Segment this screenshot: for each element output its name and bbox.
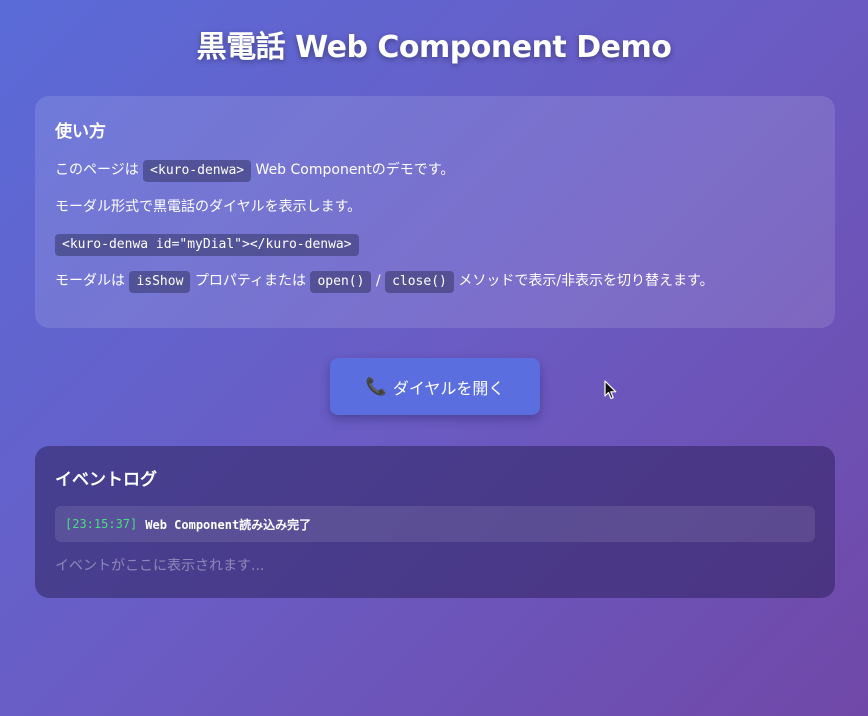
usage-api-separator: /	[371, 273, 386, 289]
usage-api-text-middle: プロパティまたは	[190, 273, 311, 289]
phone-icon: 📞	[365, 376, 387, 397]
usage-intro-text-after: Web Componentのデモです。	[251, 162, 455, 178]
open-method-code: open()	[310, 271, 372, 293]
usage-api-text-after: メソッドで表示/非表示を切り替えます。	[453, 273, 714, 289]
event-log-placeholder: イベントがここに表示されます...	[55, 558, 265, 574]
open-dial-button[interactable]: 📞 ダイヤルを開く	[330, 358, 540, 415]
log-entry: [23:15:37] Web Component読み込み完了	[55, 506, 815, 542]
usage-intro-text-before: このページは	[55, 162, 144, 178]
log-entry-message: Web Component読み込み完了	[145, 517, 312, 532]
event-log-card: イベントログ [23:15:37] Web Component読み込み完了 イベ…	[35, 446, 835, 598]
usage-heading: 使い方	[55, 122, 106, 142]
usage-api-text-before: モーダルは	[55, 273, 130, 289]
component-tag-code: <kuro-denwa>	[143, 160, 252, 182]
usage-line-intro: このページは <kuro-denwa> Web Componentのデモです。	[55, 158, 815, 182]
example-markup-code: <kuro-denwa id="myDial"></kuro-denwa>	[55, 234, 359, 256]
usage-line-api: モーダルは isShow プロパティまたは open() / close() メ…	[55, 269, 815, 293]
close-method-code: close()	[385, 271, 454, 293]
open-dial-button-label: ダイヤルを開く	[392, 378, 505, 398]
page-title: 黒電話 Web Component Demo	[196, 30, 672, 65]
log-entry-time: [23:15:37]	[65, 517, 138, 531]
event-log-heading: イベントログ	[55, 470, 157, 490]
usage-line-description: モーダル形式で黒電話のダイヤルを表示します。	[55, 199, 362, 215]
usage-card: 使い方 このページは <kuro-denwa> Web Componentのデモ…	[35, 96, 835, 328]
usage-line-example: <kuro-denwa id="myDial"></kuro-denwa>	[55, 232, 815, 256]
mouse-cursor-icon	[604, 380, 617, 400]
isshow-property-code: isShow	[129, 271, 191, 293]
